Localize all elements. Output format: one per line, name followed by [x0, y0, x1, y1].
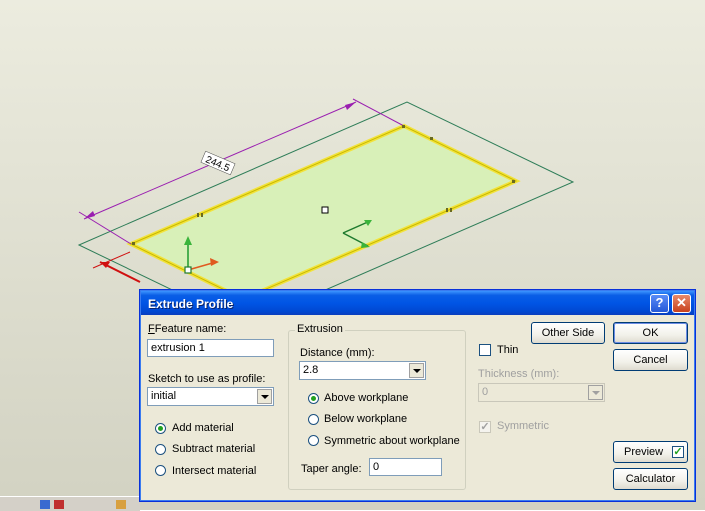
symmetric-workplane-radio[interactable] — [308, 435, 319, 446]
extrude-profile-dialog: Extrude Profile ? ✕ FFeature name: extru… — [139, 289, 696, 502]
calculator-button[interactable]: Calculator — [613, 468, 688, 490]
dialog-title: Extrude Profile — [148, 297, 234, 311]
cancel-button[interactable]: Cancel — [613, 349, 688, 371]
add-material-radio[interactable] — [155, 423, 166, 434]
below-workplane-radio[interactable] — [308, 414, 319, 425]
feature-name-input[interactable]: extrusion 1 — [147, 339, 274, 357]
thickness-select-value: 0 — [482, 386, 489, 398]
other-side-button[interactable]: Other Side — [531, 322, 605, 344]
ok-button[interactable]: OK — [613, 322, 688, 344]
add-material-label: Add material — [172, 422, 234, 434]
dialog-titlebar[interactable]: Extrude Profile ? ✕ — [141, 291, 694, 315]
chevron-down-icon — [588, 385, 603, 400]
taper-angle-input[interactable]: 0 — [369, 458, 442, 476]
thin-checkbox[interactable] — [479, 344, 491, 356]
chevron-down-icon[interactable] — [257, 389, 272, 404]
preview-button[interactable]: Preview ✓ — [613, 441, 688, 463]
above-workplane-label: Above workplane — [324, 392, 409, 404]
preview-label: Preview — [624, 446, 664, 458]
symmetric-checkbox: ✓ — [479, 421, 491, 433]
preview-checkbox[interactable]: ✓ — [672, 446, 684, 458]
origin-point — [184, 266, 192, 274]
center-point — [321, 206, 329, 214]
intersect-material-radio[interactable] — [155, 465, 166, 476]
extrusion-group-label: Extrusion — [295, 323, 345, 335]
sketch-select[interactable]: initial — [147, 387, 274, 406]
thin-label: Thin — [497, 344, 519, 356]
close-button[interactable]: ✕ — [672, 294, 691, 313]
sketch-label: Sketch to use as profile: — [148, 373, 266, 385]
chevron-down-icon[interactable] — [409, 363, 424, 378]
thickness-select: 0 — [478, 383, 605, 402]
feature-name-label: FFeature name: — [148, 323, 227, 335]
above-workplane-radio[interactable] — [308, 393, 319, 404]
taper-angle-label: Taper angle: — [301, 463, 362, 475]
distance-label: Distance (mm): — [300, 347, 375, 359]
subtract-material-label: Subtract material — [172, 443, 256, 455]
distance-select-value: 2.8 — [303, 364, 319, 376]
help-button[interactable]: ? — [650, 294, 669, 313]
app-icon — [54, 500, 64, 509]
intersect-material-label: Intersect material — [172, 465, 257, 477]
symmetric-label: Symmetric — [497, 420, 549, 432]
sketch-select-value: initial — [151, 390, 177, 402]
taskbar-strip — [0, 496, 140, 511]
symmetric-workplane-label: Symmetric about workplane — [324, 435, 460, 447]
thickness-label: Thickness (mm): — [478, 368, 560, 380]
app-icon — [40, 500, 50, 509]
folder-icon — [116, 500, 126, 509]
below-workplane-label: Below workplane — [324, 413, 408, 425]
subtract-material-radio[interactable] — [155, 444, 166, 455]
distance-select[interactable]: 2.8 — [299, 361, 426, 380]
